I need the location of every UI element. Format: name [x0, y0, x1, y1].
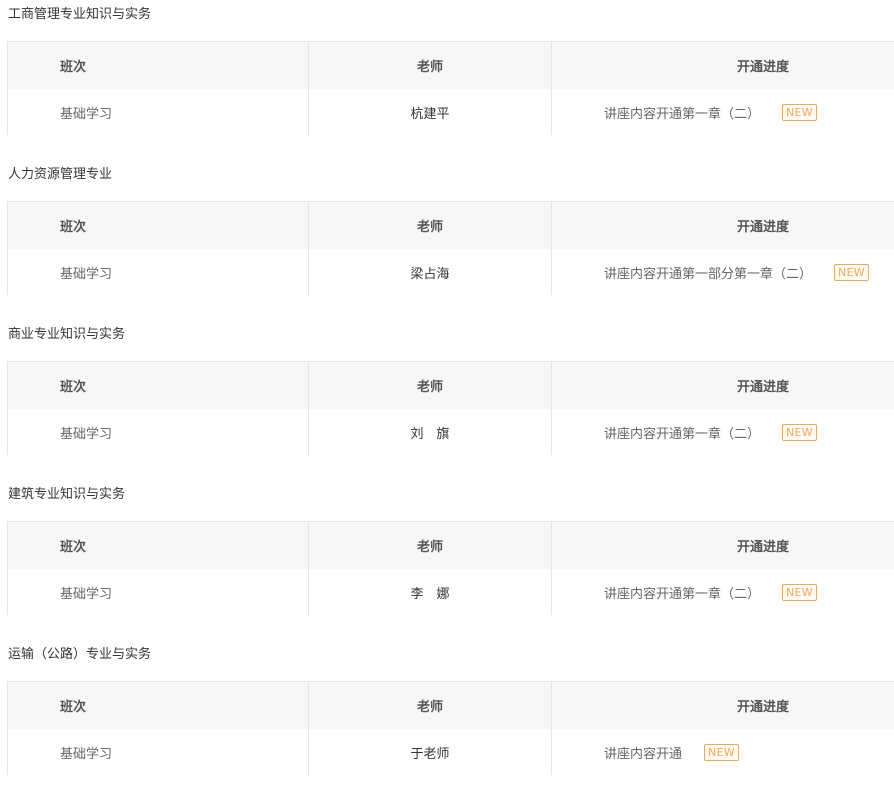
- row-class: 基础学习: [8, 249, 309, 295]
- header-progress: 开通进度: [736, 60, 789, 75]
- header-teacher: 老师: [309, 202, 552, 249]
- new-badge: NEW: [704, 743, 739, 761]
- row-teacher: 刘 旗: [309, 409, 552, 455]
- table-header-row: 班次 老师 开通进度: [8, 522, 894, 570]
- header-class: 班次: [8, 42, 309, 89]
- row-class: 基础学习: [8, 569, 309, 615]
- header-class: 班次: [8, 362, 309, 409]
- table-row: 基础学习 于老师 讲座内容开通 NEW: [8, 729, 894, 775]
- row-class: 基础学习: [8, 89, 309, 135]
- header-teacher: 老师: [309, 362, 552, 409]
- row-teacher: 李 娜: [309, 569, 552, 615]
- row-progress-cell: 讲座内容开通第一章（二） NEW: [552, 569, 894, 615]
- course-section-hr: 人力资源管理专业 班次 老师 开通进度 基础学习 梁占海 讲座内容开通第一部分第…: [0, 160, 894, 320]
- section-title: 商业专业知识与实务: [8, 327, 126, 342]
- row-progress-link[interactable]: 讲座内容开通: [604, 743, 682, 762]
- row-progress-cell: 讲座内容开通第一章（二） NEW: [552, 409, 894, 455]
- row-class: 基础学习: [8, 729, 309, 775]
- course-table: 班次 老师 开通进度 基础学习 于老师 讲座内容开通 NEW: [7, 681, 894, 775]
- row-progress-link[interactable]: 讲座内容开通第一部分第一章（二）: [604, 263, 812, 282]
- section-title: 建筑专业知识与实务: [8, 487, 126, 502]
- new-badge: NEW: [782, 423, 817, 441]
- course-table: 班次 老师 开通进度 基础学习 梁占海 讲座内容开通第一部分第一章（二） NEW: [7, 201, 894, 295]
- row-progress-link[interactable]: 讲座内容开通第一章（二）: [604, 423, 760, 442]
- row-class: 基础学习: [8, 409, 309, 455]
- row-progress-cell: 讲座内容开通第一章（二） NEW: [552, 89, 894, 135]
- table-header-row: 班次 老师 开通进度: [8, 362, 894, 410]
- header-progress: 开通进度: [736, 380, 789, 395]
- section-title: 人力资源管理专业: [8, 167, 113, 182]
- header-teacher: 老师: [309, 682, 552, 729]
- table-header-row: 班次 老师 开通进度: [8, 202, 894, 250]
- course-table: 班次 老师 开通进度 基础学习 李 娜 讲座内容开通第一章（二） NEW: [7, 521, 894, 615]
- row-progress-cell: 讲座内容开通 NEW: [552, 729, 894, 775]
- table-row: 基础学习 梁占海 讲座内容开通第一部分第一章（二） NEW: [8, 249, 894, 295]
- new-badge: NEW: [834, 263, 869, 281]
- row-teacher: 于老师: [309, 729, 552, 775]
- header-class: 班次: [8, 202, 309, 249]
- row-teacher: 梁占海: [309, 249, 552, 295]
- table-header-row: 班次 老师 开通进度: [8, 42, 894, 90]
- header-class: 班次: [8, 682, 309, 729]
- row-progress-link[interactable]: 讲座内容开通第一章（二）: [604, 583, 760, 602]
- section-title: 工商管理专业知识与实务: [8, 7, 152, 22]
- course-table: 班次 老师 开通进度 基础学习 刘 旗 讲座内容开通第一章（二） NEW: [7, 361, 894, 455]
- course-section-transport: 运输（公路）专业与实务 班次 老师 开通进度 基础学习 于老师 讲座内容开通 N…: [0, 640, 894, 800]
- header-teacher: 老师: [309, 522, 552, 569]
- course-table: 班次 老师 开通进度 基础学习 杭建平 讲座内容开通第一章（二） NEW: [7, 41, 894, 135]
- row-teacher: 杭建平: [309, 89, 552, 135]
- header-progress: 开通进度: [736, 700, 789, 715]
- header-class: 班次: [8, 522, 309, 569]
- section-title: 运输（公路）专业与实务: [8, 647, 152, 662]
- header-progress: 开通进度: [736, 540, 789, 555]
- table-row: 基础学习 李 娜 讲座内容开通第一章（二） NEW: [8, 569, 894, 615]
- row-progress-link[interactable]: 讲座内容开通第一章（二）: [604, 103, 760, 122]
- row-progress-cell: 讲座内容开通第一部分第一章（二） NEW: [552, 249, 894, 295]
- header-teacher: 老师: [309, 42, 552, 89]
- table-row: 基础学习 刘 旗 讲座内容开通第一章（二） NEW: [8, 409, 894, 455]
- new-badge: NEW: [782, 103, 817, 121]
- table-row: 基础学习 杭建平 讲座内容开通第一章（二） NEW: [8, 89, 894, 135]
- header-progress: 开通进度: [736, 220, 789, 235]
- course-section-construction: 建筑专业知识与实务 班次 老师 开通进度 基础学习 李 娜 讲座内容开通第一章（…: [0, 480, 894, 640]
- table-header-row: 班次 老师 开通进度: [8, 682, 894, 730]
- course-section-business-admin: 工商管理专业知识与实务 班次 老师 开通进度 基础学习 杭建平 讲座内容开通第一…: [0, 0, 894, 160]
- new-badge: NEW: [782, 583, 817, 601]
- course-section-commerce: 商业专业知识与实务 班次 老师 开通进度 基础学习 刘 旗 讲座内容开通第一章（…: [0, 320, 894, 480]
